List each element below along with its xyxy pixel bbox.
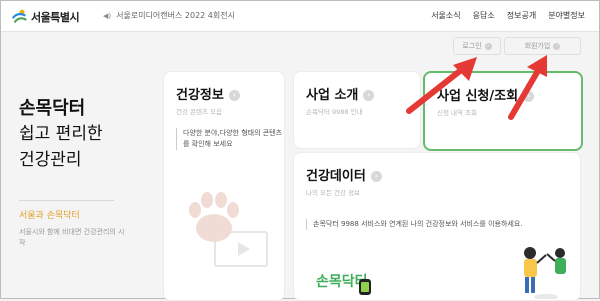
card-business-sub: 손목닥터 9988 안내 — [306, 108, 363, 116]
card-health-data-body: 손목닥터 9988 서비스와 연계된 나의 건강정보와 서비스를 이용하세요. — [306, 219, 533, 230]
nav-response-center[interactable]: 응답소 — [473, 10, 495, 21]
seoul-logo-icon — [11, 9, 27, 24]
login-icon: › — [484, 42, 492, 50]
nav-seoul-news[interactable]: 서울소식 — [431, 10, 460, 21]
card-health-data[interactable]: 건강데이터 › 나의 모든 건강 정보 손목닥터 9988 서비스와 연계된 나의… — [293, 152, 581, 301]
hero-divider — [19, 200, 114, 201]
seoul-logo[interactable]: 서울특별시 — [11, 8, 80, 25]
paw-monitor-illustration — [189, 192, 268, 267]
hero-sub-desc: 서울시와 함께 비대면 건강관리의 시작 — [19, 228, 125, 247]
logo-text: 서울특별시 — [31, 10, 80, 24]
hero-title: 손목닥터 — [19, 98, 86, 119]
card-business-title: 사업 소개 › — [306, 84, 375, 103]
card-health-data-title: 건강데이터 › — [306, 165, 382, 184]
top-bar: 서울특별시 ◀) 서울로미디어캔버스 2022 4회전시 서울소식 응답소 정보… — [1, 1, 599, 32]
signup-label: 회원가입 — [524, 42, 551, 50]
arrow-right-icon: › — [228, 90, 240, 101]
annotation-arrow-signup — [508, 55, 547, 120]
card-health-info[interactable]: 건강정보 › 건강 콘텐츠 모음 다양한 분야,다양한 형태의 콘텐츠를 확인해 … — [163, 71, 285, 301]
hero-line-3: 건강관리 — [19, 150, 82, 170]
people-exercising-illustration — [524, 247, 566, 299]
hero-section: 손목닥터 쉽고 편리한 건강관리 — [19, 97, 103, 173]
speaker-icon: ◀) — [103, 11, 112, 20]
card-health-info-sub: 건강 콘텐츠 모음 — [176, 108, 222, 116]
arrow-right-icon: › — [363, 90, 375, 101]
nav-info-disclosure[interactable]: 정보공개 — [507, 10, 536, 21]
smartwatch-icon — [359, 279, 371, 295]
arrow-right-icon: › — [370, 171, 382, 182]
card-health-info-body: 다양한 분야,다양한 형태의 콘텐츠를 확인해 보세요 — [176, 128, 288, 150]
browser-frame: 서울특별시 ◀) 서울로미디어캔버스 2022 4회전시 서울소식 응답소 정보… — [0, 0, 600, 301]
annotation-arrow-login — [406, 57, 477, 114]
hero-sub-title[interactable]: 서울과 손목닥터 — [19, 208, 80, 221]
nav-field-info[interactable]: 분야별정보 — [548, 10, 585, 21]
card-health-data-sub: 나의 모든 건강 정보 — [306, 189, 361, 197]
notice-text[interactable]: 서울로미디어캔버스 2022 4회전시 — [116, 10, 235, 21]
card-health-info-title: 건강정보 › — [176, 84, 240, 103]
global-nav: 서울소식 응답소 정보공개 분야별정보 — [431, 10, 585, 21]
notice-ticker[interactable]: ◀) 서울로미디어캔버스 2022 4회전시 — [103, 10, 235, 21]
signup-icon: › — [553, 42, 561, 50]
login-label: 로그인 — [462, 42, 482, 50]
hero-line-2: 쉽고 편리한 — [19, 124, 103, 144]
